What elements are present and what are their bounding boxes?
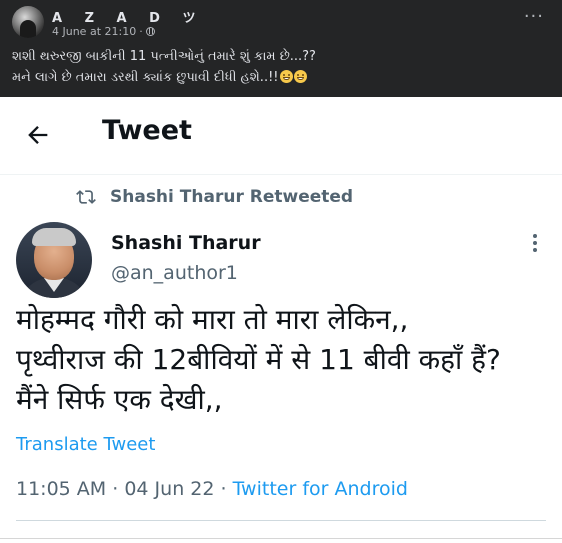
post-author-name[interactable]: A Z A D ツ: [52, 7, 204, 26]
tweet-text-line: पृथ्वीराज की 12बीवियों में से 11 बीवी कह…: [16, 343, 501, 376]
post-date[interactable]: 4 June at 21:10: [52, 25, 136, 38]
tweet-text-line: मैंने सिर्फ एक देखी,,: [16, 383, 223, 416]
tweet-meta: 11:05 AM · 04 Jun 22 · Twitter for Andro…: [16, 478, 408, 500]
grimacing-emoji-icon: [279, 70, 293, 83]
retweet-icon: [76, 190, 96, 204]
globe-icon: [145, 27, 155, 36]
tweet-source-link[interactable]: Twitter for Android: [233, 478, 408, 500]
more-options-button[interactable]: ···: [524, 8, 544, 26]
tweet-text-line: मोहम्मद गौरी को मारा तो मारा लेकिन,,: [16, 303, 409, 336]
post-text: શશી થરુરજી બાકીની 11 પત્નીઓનું તમારે શું…: [12, 46, 552, 88]
tweet-header: Tweet: [0, 97, 562, 175]
retweet-indicator[interactable]: Shashi Tharur Retweeted: [76, 187, 353, 207]
back-arrow-icon[interactable]: [24, 121, 52, 149]
facebook-post: A Z A D ツ 4 June at 21:10 · ··· શશી થરુર…: [0, 0, 562, 97]
header-divider: [0, 174, 562, 175]
translate-tweet-link[interactable]: Translate Tweet: [16, 434, 155, 455]
grimacing-emoji-icon: [293, 70, 307, 83]
author-avatar[interactable]: [16, 222, 92, 298]
page-title: Tweet: [102, 115, 192, 146]
post-text-line: મને લાગે છે તમારા ડરથી ક્યાંક છુપાવી દીધ…: [12, 67, 552, 88]
retweet-label: Shashi Tharur Retweeted: [110, 187, 354, 207]
author-handle[interactable]: @an_author1: [111, 262, 238, 284]
author-name[interactable]: Shashi Tharur: [111, 232, 261, 254]
tweet-date[interactable]: 04 Jun 22: [124, 478, 214, 500]
profile-avatar[interactable]: [12, 6, 44, 38]
more-vertical-icon[interactable]: [531, 234, 539, 254]
post-text-line: શશી થરુરજી બાકીની 11 પત્નીઓનું તમારે શું…: [12, 49, 316, 64]
tweet-text: मोहम्मद गौरी को मारा तो मारा लेकिन,, पृथ…: [16, 300, 556, 420]
tweet-time[interactable]: 11:05 AM: [16, 478, 106, 500]
meta-separator: ·: [112, 478, 119, 500]
frame-border: [0, 538, 562, 539]
meta-separator: ·: [139, 25, 143, 38]
post-meta: 4 June at 21:10 ·: [52, 25, 155, 38]
meta-separator: ·: [220, 478, 227, 500]
meta-divider: [16, 520, 546, 521]
